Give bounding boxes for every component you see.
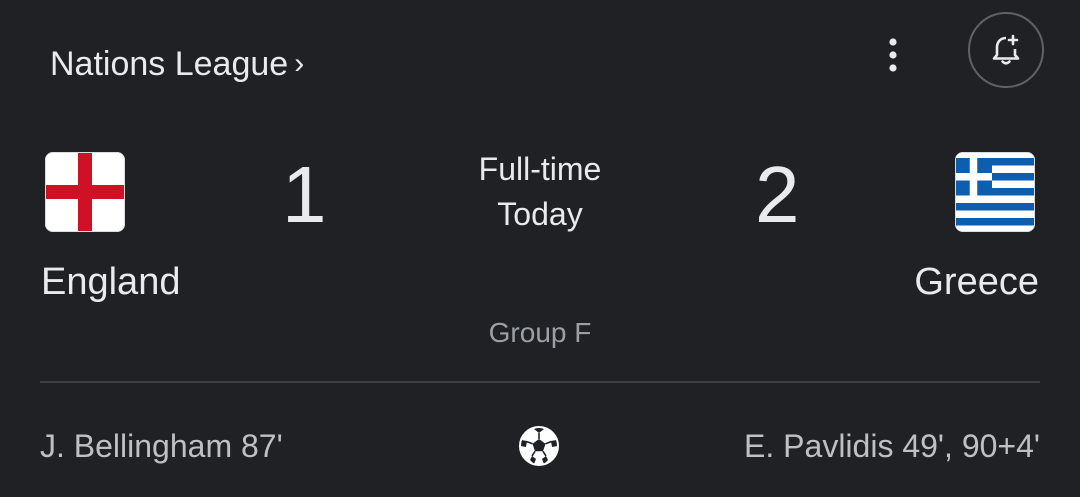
add-alert-button[interactable] xyxy=(968,12,1044,88)
soccer-ball-icon xyxy=(518,425,560,467)
away-goal-scorers: E. Pavlidis 49', 90+4' xyxy=(744,428,1040,464)
match-date: Today xyxy=(497,196,583,232)
competition-name: Nations League xyxy=(50,45,289,83)
home-score: 1 xyxy=(282,150,327,239)
group-label: Group F xyxy=(488,317,592,348)
away-score: 2 xyxy=(755,150,800,239)
more-vert-icon xyxy=(889,38,897,72)
chevron-right-icon: › xyxy=(294,47,305,80)
more-options-button[interactable] xyxy=(872,34,914,76)
away-team-name[interactable]: Greece xyxy=(914,258,1039,306)
divider xyxy=(40,381,1040,383)
add-alert-icon xyxy=(992,34,1020,65)
home-team-name[interactable]: England xyxy=(41,258,180,306)
home-goal-scorers: J. Bellingham 87' xyxy=(40,428,283,464)
match-card: Nations League › 1 Full-time Today 2 Eng… xyxy=(0,0,1080,497)
competition-link[interactable]: Nations League › xyxy=(50,40,304,88)
greece-flag-icon xyxy=(955,152,1035,232)
match-status: Full-time xyxy=(478,151,602,187)
england-flag-icon xyxy=(45,152,125,232)
